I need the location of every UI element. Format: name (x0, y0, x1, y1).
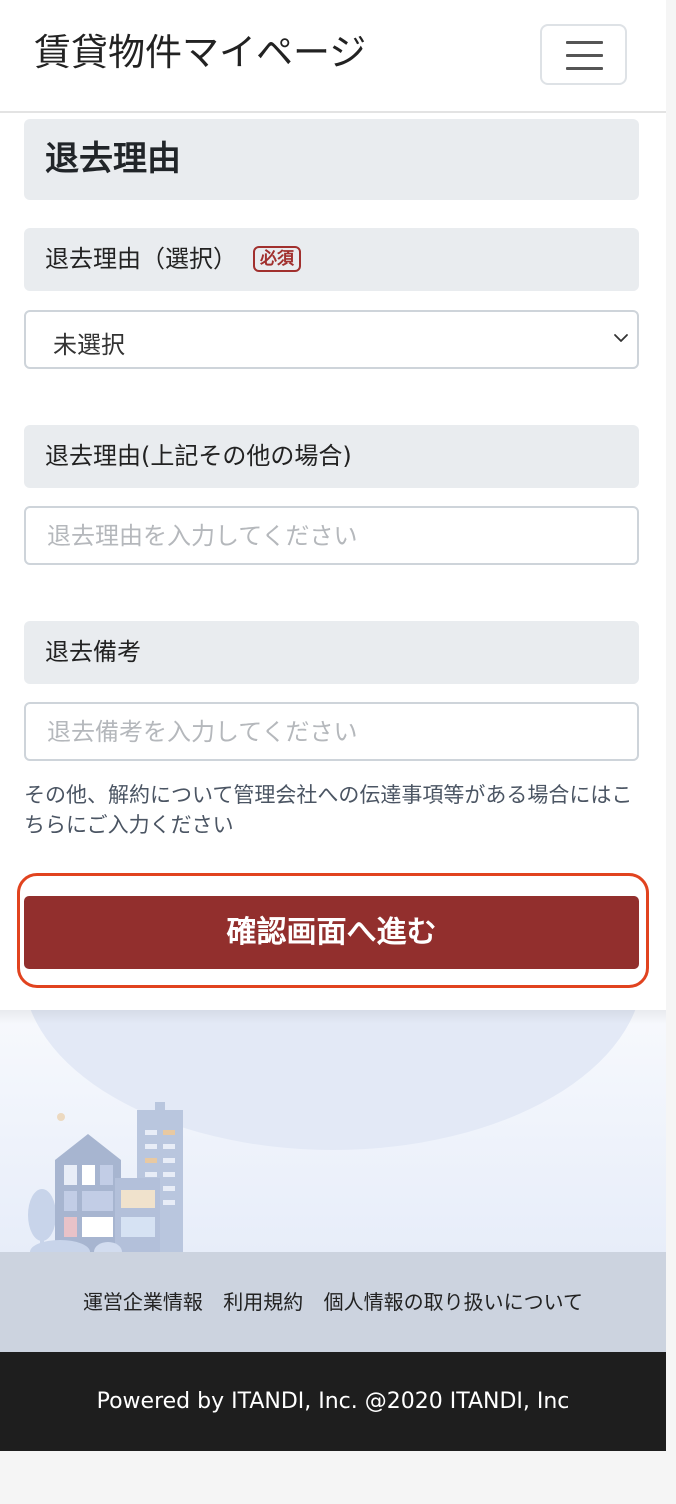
reason-select-label: 退去理由（選択） 必須 (24, 228, 639, 291)
footer-illustration (0, 1010, 666, 1252)
reason-select-value: 未選択 (53, 331, 125, 359)
hamburger-menu-icon (566, 41, 603, 44)
link-privacy[interactable]: 個人情報の取り扱いについて (324, 1290, 583, 1314)
footer-links: 運営企業情報 利用規約 個人情報の取り扱いについて (0, 1252, 666, 1352)
remarks-label: 退去備考 (24, 621, 639, 684)
reason-other-input[interactable] (26, 508, 637, 563)
reason-select-label-text: 退去理由（選択） (45, 245, 237, 273)
menu-toggle-button[interactable] (540, 24, 627, 85)
link-company-info[interactable]: 運営企業情報 (83, 1290, 203, 1314)
reason-select[interactable]: 未選択 (24, 310, 639, 369)
navbar: 賃貸物件マイページ (0, 0, 666, 113)
powered-by: Powered by ITANDI, Inc. @2020 ITANDI, In… (0, 1352, 666, 1451)
hamburger-bar (566, 67, 603, 70)
confirm-button[interactable]: 確認画面へ進む (24, 896, 639, 969)
reason-other-label: 退去理由(上記その他の場合) (24, 425, 639, 488)
page: 賃貸物件マイページ 退去理由 退去理由（選択） 必須 未選択 退去理由(上記その他… (0, 0, 666, 1451)
reason-other-field[interactable] (24, 506, 639, 565)
remarks-field[interactable] (24, 702, 639, 761)
hamburger-bar (566, 54, 603, 57)
section-title: 退去理由 (24, 119, 639, 200)
scene-shadow (0, 1010, 666, 1024)
brand-title[interactable]: 賃貸物件マイページ (34, 30, 366, 76)
required-badge: 必須 (253, 246, 301, 272)
chevron-down-icon (614, 334, 628, 342)
remarks-input[interactable] (26, 704, 637, 759)
link-terms[interactable]: 利用規約 (223, 1290, 303, 1314)
help-text: その他、解約について管理会社への伝達事項等がある場合にはこちらにご入力ください (24, 783, 633, 837)
city-illustration (28, 1010, 636, 1252)
